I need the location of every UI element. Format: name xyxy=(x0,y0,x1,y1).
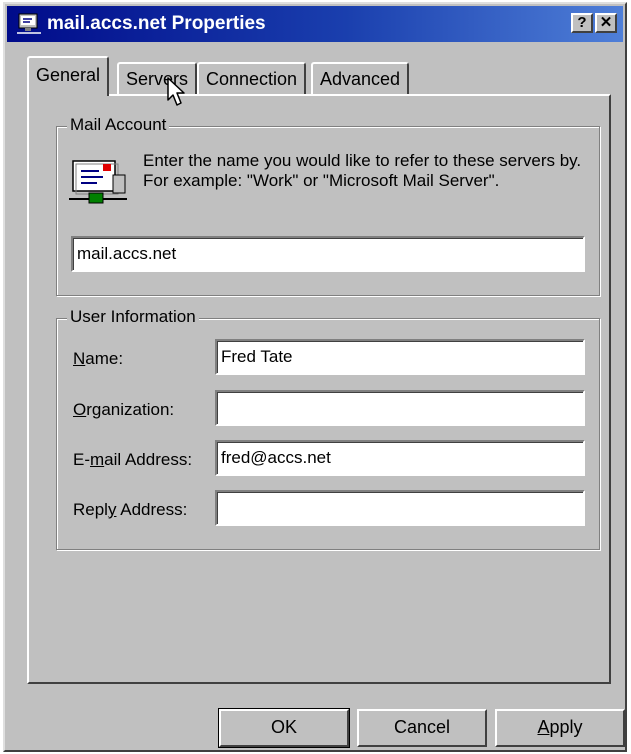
close-button[interactable]: ✕ xyxy=(595,13,617,33)
organization-input[interactable] xyxy=(215,390,585,426)
description-text: Enter the name you would like to refer t… xyxy=(143,151,582,190)
cancel-label: Cancel xyxy=(393,717,451,737)
tab-label: General xyxy=(36,65,101,85)
email-address-value: fred@accs.net xyxy=(221,448,331,467)
name-input[interactable]: Fred Tate xyxy=(215,339,585,375)
tab-label: Connection xyxy=(206,69,298,89)
mouse-pointer-icon xyxy=(167,77,185,106)
group-title: Mail Account xyxy=(67,115,170,135)
reply-address-label: Reply Address: xyxy=(73,500,188,519)
tab-label: Advanced xyxy=(320,69,401,89)
cancel-button[interactable]: Cancel xyxy=(357,709,487,747)
tab-advanced[interactable]: Advanced xyxy=(311,62,410,94)
help-button[interactable]: ? xyxy=(571,13,593,33)
account-name-input[interactable]: mail.accs.net xyxy=(71,236,585,272)
close-icon: ✕ xyxy=(599,14,613,31)
account-name-value: mail.accs.net xyxy=(77,244,177,263)
properties-dialog: mail.accs.net Properties ? ✕ General Ser… xyxy=(3,2,627,752)
organization-label: Organization: xyxy=(73,400,175,419)
mail-account-description: Enter the name you would like to refer t… xyxy=(143,151,583,191)
email-address-label: E-mail Address: xyxy=(73,450,193,469)
email-address-input[interactable]: fred@accs.net xyxy=(215,440,585,476)
window-title: mail.accs.net Properties xyxy=(47,13,266,34)
mail-server-icon xyxy=(69,160,127,204)
general-tab-panel: Mail Account Enter the name you would li… xyxy=(27,94,611,684)
user-information-group: User Information Name: Fred Tate Organiz… xyxy=(56,307,600,550)
mail-account-group: Mail Account Enter the name you would li… xyxy=(56,115,600,296)
mail-account-icon xyxy=(17,13,41,34)
tab-general[interactable]: General xyxy=(27,56,110,96)
reply-address-input[interactable] xyxy=(215,490,585,526)
name-value: Fred Tate xyxy=(221,347,293,366)
title-bar[interactable]: mail.accs.net Properties ? ✕ xyxy=(7,6,623,42)
apply-button[interactable]: Apply xyxy=(495,709,625,747)
ok-label: OK xyxy=(270,717,297,737)
help-icon: ? xyxy=(577,14,587,31)
group-title: User Information xyxy=(67,307,199,327)
name-label: Name: xyxy=(73,349,124,368)
ok-button[interactable]: OK xyxy=(218,708,350,748)
tab-connection[interactable]: Connection xyxy=(197,62,307,94)
